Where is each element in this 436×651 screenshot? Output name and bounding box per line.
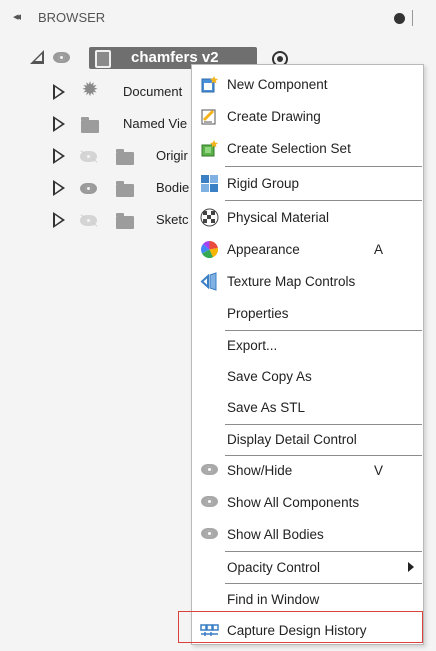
hidden-eye-icon[interactable] <box>80 215 97 226</box>
menu-item-find-in-window[interactable]: Find in Window <box>192 584 423 614</box>
menu-item-label: Display Detail Control <box>227 432 357 447</box>
menu-separator <box>225 166 422 167</box>
tree-item-label: Sketc <box>156 212 189 227</box>
rigid-group-icon <box>201 175 218 192</box>
menu-item-appearance[interactable]: Appearance A <box>192 234 423 264</box>
collapse-triangle-icon[interactable] <box>53 212 65 228</box>
shortcut-label: A <box>374 242 384 257</box>
menu-item-rigid-group[interactable]: Rigid Group <box>192 168 423 198</box>
menu-item-show-all-components[interactable]: Show All Components <box>192 487 423 517</box>
texture-map-icon <box>200 272 217 291</box>
menu-item-label: Opacity Control <box>227 560 321 575</box>
eye-icon <box>201 528 218 539</box>
menu-item-save-copy-as[interactable]: Save Copy As <box>192 361 423 391</box>
menu-item-label: Find in Window <box>227 592 320 607</box>
tree-item-sketches[interactable]: Sketc <box>53 206 213 234</box>
menu-item-label: New Component <box>227 77 328 92</box>
tree-item-named-views[interactable]: Named Vie <box>53 110 213 138</box>
menu-item-label: Export... <box>227 338 278 353</box>
physical-material-icon <box>200 208 219 227</box>
browser-title: BROWSER <box>38 10 106 25</box>
submenu-arrow-icon <box>408 562 414 572</box>
component-cube-icon <box>95 50 111 68</box>
collapse-triangle-icon[interactable] <box>53 148 65 164</box>
shortcut-label: V <box>374 463 384 478</box>
menu-item-label: Create Drawing <box>227 109 321 124</box>
eye-icon <box>201 496 218 507</box>
menu-item-capture-design-history[interactable]: Capture Design History <box>192 615 423 645</box>
visibility-eye-icon[interactable] <box>80 183 97 194</box>
pin-dot-icon[interactable] <box>394 13 405 24</box>
eye-icon <box>201 464 218 475</box>
menu-item-opacity-control[interactable]: Opacity Control <box>192 552 423 582</box>
collapse-triangle-icon[interactable] <box>53 84 65 100</box>
menu-item-physical-material[interactable]: Physical Material <box>192 202 423 232</box>
menu-item-show-all-bodies[interactable]: Show All Bodies <box>192 519 423 549</box>
menu-item-label: Appearance <box>227 242 300 257</box>
tree-item-document[interactable]: ✹ Document <box>53 78 213 106</box>
new-component-icon <box>201 76 218 93</box>
menu-item-create-selection-set[interactable]: Create Selection Set <box>192 133 423 163</box>
tree-item-label: Bodie <box>156 180 190 195</box>
menu-item-display-detail-control[interactable]: Display Detail Control <box>192 424 423 454</box>
context-menu: New Component Create Drawing Create Sele… <box>191 64 424 645</box>
menu-item-label: Capture Design History <box>227 623 367 638</box>
menu-item-create-drawing[interactable]: Create Drawing <box>192 101 423 131</box>
tree-item-origin[interactable]: Origir <box>53 142 213 170</box>
collapse-panel-icon[interactable]: ◂◂ <box>13 10 21 23</box>
visibility-eye-icon[interactable] <box>53 52 70 63</box>
menu-item-show-hide[interactable]: Show/Hide V <box>192 455 423 485</box>
menu-item-label: Show All Bodies <box>227 527 324 542</box>
selection-set-icon <box>201 140 218 157</box>
folder-icon <box>81 117 99 133</box>
tree-item-label: Origir <box>156 148 188 163</box>
menu-item-label: Create Selection Set <box>227 141 351 156</box>
menu-item-export[interactable]: Export... <box>192 330 423 360</box>
appearance-icon <box>200 240 219 259</box>
folder-icon <box>116 181 134 197</box>
menu-item-label: Properties <box>227 306 289 321</box>
folder-icon <box>116 149 134 165</box>
menu-item-label: Save As STL <box>227 400 306 415</box>
menu-item-label: Save Copy As <box>227 369 312 384</box>
menu-item-label: Physical Material <box>227 210 330 225</box>
menu-item-label: Rigid Group <box>227 176 300 191</box>
folder-icon <box>116 213 134 229</box>
menu-item-label: Show/Hide <box>227 463 293 478</box>
panel-divider[interactable] <box>412 10 413 26</box>
menu-separator <box>225 200 422 201</box>
capture-history-icon <box>200 624 219 636</box>
tree-item-label: Document <box>123 84 183 99</box>
hidden-eye-icon[interactable] <box>80 151 97 162</box>
expand-triangle-icon[interactable] <box>30 50 44 64</box>
gear-icon: ✹ <box>81 79 99 101</box>
menu-item-save-as-stl[interactable]: Save As STL <box>192 392 423 422</box>
menu-item-new-component[interactable]: New Component <box>192 69 423 99</box>
collapse-triangle-icon[interactable] <box>53 116 65 132</box>
tree-item-label: Named Vie <box>123 116 188 131</box>
create-drawing-icon <box>201 109 216 125</box>
menu-item-label: Texture Map Controls <box>227 274 356 289</box>
menu-item-texture-map-controls[interactable]: Texture Map Controls <box>192 266 423 296</box>
browser-header: ◂◂ BROWSER <box>0 0 436 36</box>
menu-item-properties[interactable]: Properties <box>192 298 423 328</box>
collapse-triangle-icon[interactable] <box>53 180 65 196</box>
menu-item-label: Show All Components <box>227 495 360 510</box>
tree-item-bodies[interactable]: Bodie <box>53 174 213 202</box>
